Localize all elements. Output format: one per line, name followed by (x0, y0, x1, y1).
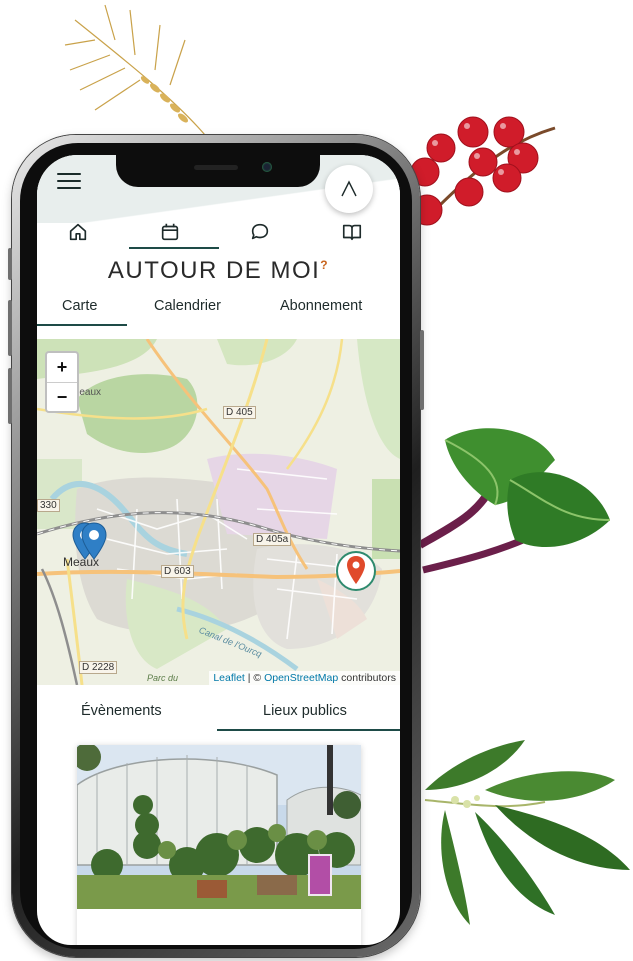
road-label: D 405a (253, 533, 292, 546)
zoom-control: + − (45, 351, 79, 413)
chevron-up-icon (341, 180, 357, 197)
app-title-text: AUTOUR DE MOI (107, 257, 321, 284)
tab-calendrier[interactable]: Calendrier (154, 298, 221, 314)
tab-carte[interactable]: Carte (62, 298, 97, 314)
main-nav (37, 219, 400, 255)
chat-icon[interactable] (249, 221, 271, 243)
hamburger-menu-icon[interactable] (57, 173, 81, 193)
nav-active-indicator (129, 247, 219, 249)
openstreetmap-link[interactable]: OpenStreetMap (264, 672, 338, 684)
tab-evenements[interactable]: Évènements (81, 703, 162, 719)
tab-lieux-publics[interactable]: Lieux publics (263, 703, 347, 719)
sub-tab-active-indicator (217, 729, 400, 731)
scroll-up-button[interactable] (325, 165, 373, 213)
attribution-suffix: contributors (338, 672, 396, 684)
red-berries-decoration-icon (410, 116, 556, 226)
calendar-icon[interactable] (159, 221, 181, 243)
map-attribution: Leaflet | © OpenStreetMap contributors (209, 671, 400, 685)
front-camera (262, 162, 272, 172)
phone-side-button (8, 248, 12, 280)
map-marker-icon[interactable] (81, 522, 107, 560)
app-title-mark: ? (320, 258, 330, 272)
app-title: AUTOUR DE MOI? (37, 257, 400, 285)
map-view[interactable]: D 405 D 405a D 603 D 2228 330 Meaux Meau… (37, 339, 400, 685)
place-card[interactable] (77, 745, 361, 945)
phone-volume-up-button (8, 300, 12, 356)
zoom-out-button[interactable]: − (47, 383, 77, 412)
phone-volume-down-button (8, 368, 12, 424)
current-location-marker-icon[interactable] (335, 550, 377, 592)
leaflet-link[interactable]: Leaflet (213, 672, 245, 684)
place-label: Parc du (147, 673, 179, 683)
place-photo (77, 745, 361, 909)
tab-active-indicator (37, 324, 127, 326)
ivy-leaves-decoration-icon (418, 428, 611, 574)
zoom-in-button[interactable]: + (47, 353, 77, 382)
tab-abonnement[interactable]: Abonnement (280, 298, 362, 314)
phone-notch (116, 155, 320, 187)
laurel-leaves-decoration-icon (424, 740, 630, 925)
road-label: 330 (37, 499, 60, 512)
attribution-separator: | © (244, 672, 265, 684)
road-label: D 2228 (79, 661, 118, 674)
road-label: D 405 (223, 406, 256, 419)
phone-power-button (420, 330, 424, 410)
home-icon[interactable] (67, 221, 89, 243)
book-icon[interactable] (341, 221, 363, 243)
wheat-decoration-icon (64, 4, 206, 136)
road-label: D 603 (161, 565, 194, 578)
speaker-grille (194, 165, 238, 170)
phone-screen: AUTOUR DE MOI? Carte Calendrier Abonneme… (37, 155, 400, 945)
